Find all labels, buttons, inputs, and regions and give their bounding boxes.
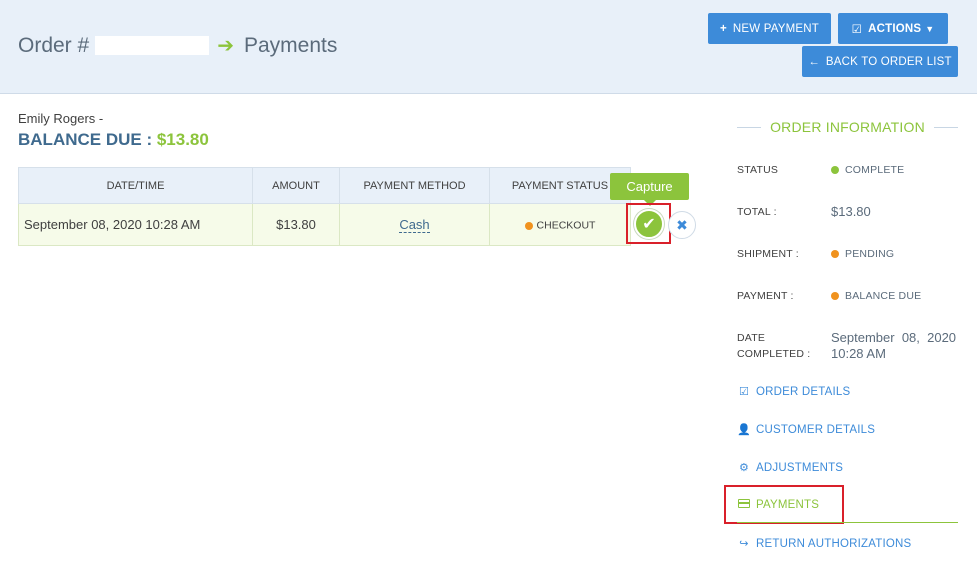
- balance-amount: $13.80: [156, 130, 209, 149]
- page-title: Order # ➔ Payments: [18, 33, 337, 58]
- adjustments-link[interactable]: ⚙ ADJUSTMENTS: [737, 461, 844, 475]
- shipment-value-text: PENDING: [845, 248, 895, 260]
- check-icon: ✔: [642, 216, 656, 233]
- actions-dropdown-button[interactable]: ☑ ACTIONS ▼: [838, 13, 948, 44]
- payments-title: Payments: [243, 33, 338, 57]
- shipment-dot-orange: [831, 250, 839, 258]
- table-row: September 08, 2020 10:28 AM $13.80 Cash …: [18, 203, 631, 246]
- payment-status-text: CHECKOUT: [536, 219, 596, 232]
- new-payment-label: NEW PAYMENT: [732, 22, 820, 35]
- capture-tooltip: Capture: [610, 173, 689, 206]
- customer-details-label: CUSTOMER DETAILS: [756, 423, 876, 436]
- caret-down-icon: ▼: [925, 23, 935, 34]
- payment-method-link[interactable]: Cash: [399, 217, 430, 233]
- date-completed-label-line2: COMPLETED :: [737, 348, 811, 360]
- order-label: Order #: [18, 33, 90, 57]
- plus-icon: +: [719, 22, 727, 35]
- payment-amount: $13.80: [252, 203, 340, 246]
- customer-name: Emily Rogers -: [18, 111, 104, 126]
- arrow-right-icon: ➔: [217, 35, 234, 57]
- status-label: STATUS: [737, 164, 779, 176]
- adjustments-label: ADJUSTMENTS: [756, 461, 844, 474]
- col-amount: AMOUNT: [252, 167, 340, 204]
- edit-square-icon: ☑: [851, 23, 863, 36]
- status-dot-orange: [524, 221, 533, 230]
- payments-active-underline: [737, 522, 958, 523]
- share-arrow-icon: ↪: [739, 538, 749, 550]
- return-authorizations-link[interactable]: ↪ RETURN AUTHORIZATIONS: [737, 537, 912, 551]
- balance-due: BALANCE DUE : $13.80: [18, 130, 209, 150]
- table-header-row: DATE/TIME AMOUNT PAYMENT METHOD PAYMENT …: [18, 167, 631, 204]
- page-header: Order # ➔ Payments + NEW PAYMENT ☑ ACTIO…: [0, 0, 977, 94]
- x-icon: ✖: [676, 216, 688, 233]
- payment-status-cell: CHECKOUT: [489, 203, 631, 246]
- void-button[interactable]: ✖: [668, 211, 696, 239]
- user-icon: 👤: [737, 424, 751, 436]
- status-value-text: COMPLETE: [845, 164, 905, 176]
- payment-value: BALANCE DUE: [831, 290, 921, 302]
- order-number-redacted: [95, 36, 210, 55]
- heading-divider-left: [737, 126, 762, 128]
- payments-label: PAYMENTS: [756, 499, 820, 511]
- back-label: BACK TO ORDER LIST: [825, 55, 952, 68]
- col-payment-method: PAYMENT METHOD: [339, 167, 490, 204]
- return-authorizations-label: RETURN AUTHORIZATIONS: [756, 537, 912, 550]
- cogs-icon: ⚙: [738, 462, 750, 474]
- payment-method-cell: Cash: [339, 203, 490, 246]
- payment-datetime: September 08, 2020 10:28 AM: [18, 203, 253, 246]
- order-information-heading: ORDER INFORMATION: [737, 117, 958, 137]
- total-label: TOTAL :: [737, 206, 777, 218]
- order-information-title: ORDER INFORMATION: [770, 119, 925, 135]
- edit-square-icon: ☑: [738, 386, 750, 398]
- payment-dot-orange: [831, 292, 839, 300]
- payments-link[interactable]: PAYMENTS: [737, 499, 819, 511]
- col-datetime: DATE/TIME: [18, 167, 253, 204]
- date-completed-label-line1: DATE: [737, 332, 766, 344]
- payment-value-text: BALANCE DUE: [845, 290, 922, 302]
- arrow-left-icon: ←: [808, 55, 820, 68]
- status-value: COMPLETE: [831, 164, 904, 176]
- actions-label: ACTIONS: [868, 22, 922, 35]
- order-details-link[interactable]: ☑ ORDER DETAILS: [737, 385, 851, 399]
- payments-table: DATE/TIME AMOUNT PAYMENT METHOD PAYMENT …: [18, 167, 631, 246]
- order-details-label: ORDER DETAILS: [756, 385, 851, 398]
- shipment-label: SHIPMENT :: [737, 248, 799, 260]
- credit-card-icon: [737, 499, 751, 511]
- heading-divider-right: [933, 126, 958, 128]
- total-value: $13.80: [831, 204, 871, 219]
- capture-button[interactable]: ✔: [634, 209, 664, 239]
- back-to-order-list-button[interactable]: ← BACK TO ORDER LIST: [802, 46, 958, 77]
- date-completed-value-line1: September 08, 2020: [831, 330, 957, 345]
- payment-label: PAYMENT :: [737, 290, 794, 302]
- status-dot-green: [831, 166, 839, 174]
- shipment-value: PENDING: [831, 248, 894, 260]
- customer-details-link[interactable]: 👤 CUSTOMER DETAILS: [737, 423, 876, 437]
- new-payment-button[interactable]: + NEW PAYMENT: [708, 13, 831, 44]
- balance-label: BALANCE DUE :: [18, 130, 153, 149]
- date-completed-value-line2: 10:28 AM: [831, 346, 886, 361]
